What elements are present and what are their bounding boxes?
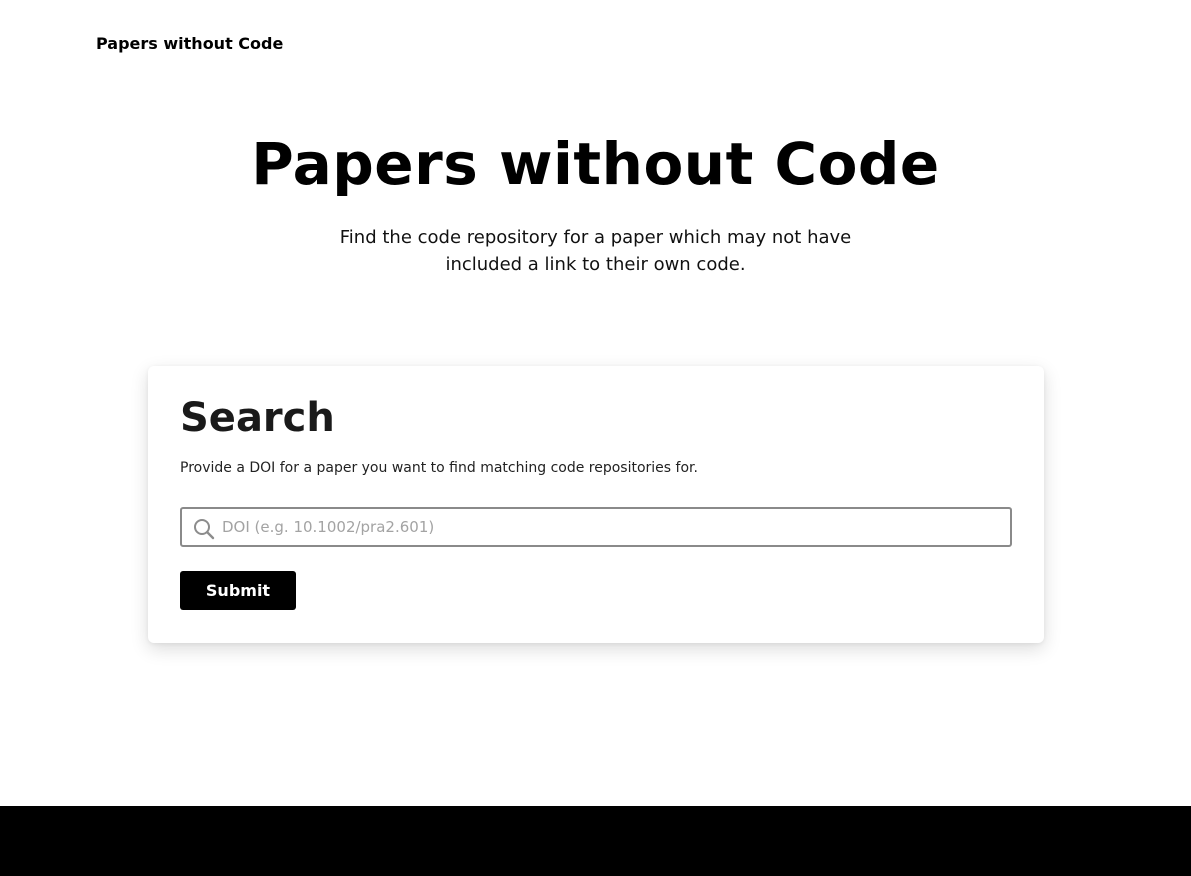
search-card: Search Provide a DOI for a paper you wan… [148,366,1044,643]
search-title: Search [180,395,335,441]
submit-button[interactable]: Submit [180,571,296,610]
doi-search-input[interactable] [222,509,1002,545]
search-description: Provide a DOI for a paper you want to fi… [180,460,698,476]
page-subtitle: Find the code repository for a paper whi… [339,227,852,275]
hero: Papers without Code Find the code reposi… [0,128,1191,278]
footer [0,806,1191,876]
search-icon [192,517,216,541]
page-title: Papers without Code [251,130,940,198]
brand-link[interactable]: Papers without Code [96,34,283,54]
page: Papers without Code Papers without Code … [0,0,1191,876]
search-field[interactable] [180,507,1012,547]
